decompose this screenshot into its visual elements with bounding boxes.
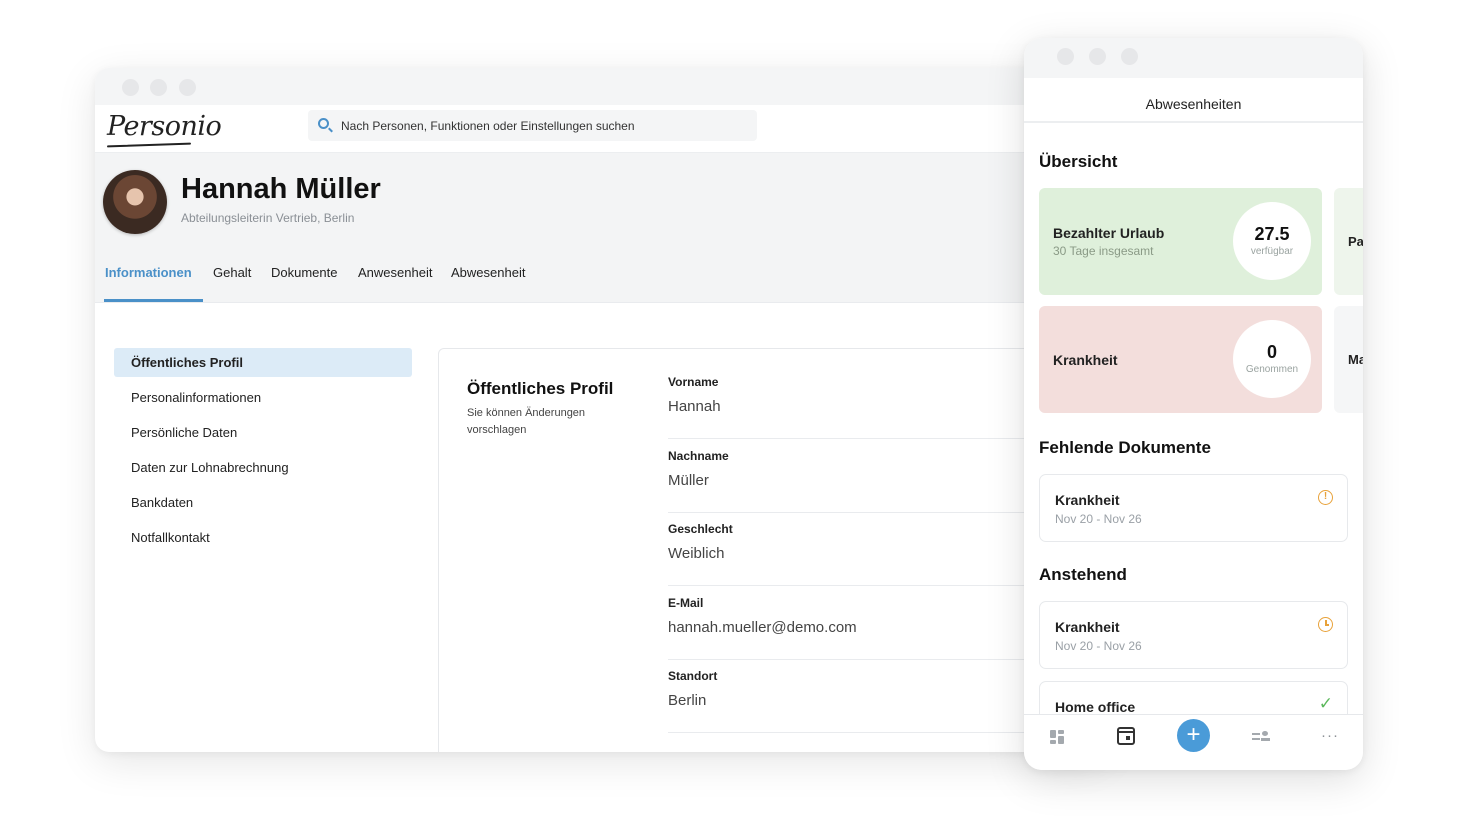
tab-informationen[interactable]: Informationen [105, 265, 192, 280]
personio-logo[interactable]: Personio [107, 111, 222, 142]
public-profile-card: Öffentliches Profil Sie können Änderunge… [438, 348, 1105, 752]
balance-value: 27.5 [1254, 224, 1290, 244]
warning-icon: ! [1318, 490, 1333, 505]
window-dot-maximize[interactable] [179, 79, 196, 96]
section-missing-documents-heading: Fehlende Dokumente [1039, 438, 1211, 457]
mobile-titlebar [1024, 38, 1363, 78]
balance-value: 0 [1266, 342, 1277, 362]
field-label: Vorname [668, 375, 719, 389]
profile-tabs: Informationen Gehalt Dokumente Anwesenhe… [95, 253, 1105, 303]
profile-header: Hannah Müller Abteilungsleiterin Vertrie… [95, 153, 1105, 253]
next-tile-peek[interactable]: Ma [1334, 306, 1363, 413]
sidenav-item-personnel-info[interactable]: Personalinformationen [114, 383, 412, 412]
check-icon: ✓ [1318, 694, 1333, 713]
field-first-name[interactable]: Vorname Hannah [668, 365, 1068, 439]
field-value: Müller [668, 472, 709, 489]
next-tile-peek[interactable]: Pa [1334, 188, 1363, 295]
search-placeholder: Nach Personen, Funktionen oder Einstellu… [341, 119, 635, 133]
item-date: Nov 20 - Nov 26 [1055, 512, 1142, 526]
field-label: Nachname [668, 449, 729, 463]
tab-anwesenheit[interactable]: Anwesenheit [358, 265, 432, 280]
field-value: Weiblich [668, 545, 725, 562]
mobile-page-title: Abwesenheiten [1024, 78, 1363, 123]
list-item[interactable]: Krankheit Nov 20 - Nov 26 ! [1039, 474, 1348, 542]
balance-circle: 0 Genommen [1233, 320, 1311, 398]
card-description: Sie können Änderungen vorschlagen [467, 407, 586, 436]
bottom-navigation: + ··· [1024, 714, 1363, 770]
section-pending-heading: Anstehend [1039, 565, 1127, 584]
item-title: Krankheit [1055, 492, 1120, 508]
more-icon[interactable]: ··· [1321, 727, 1339, 744]
window-dot-close[interactable] [122, 79, 139, 96]
item-date: Nov 20 - Nov 26 [1055, 639, 1142, 653]
field-value: Berlin [668, 692, 707, 709]
profile-subtitle: Abteilungsleiterin Vertrieb, Berlin [181, 211, 355, 225]
balance-label: Genommen [1245, 364, 1299, 375]
logo-underline [106, 142, 192, 148]
dashboard-icon[interactable] [1048, 727, 1068, 747]
sidenav-item-personal-data[interactable]: Persönliche Daten [114, 418, 412, 447]
active-tab-indicator [104, 299, 203, 302]
profile-name: Hannah Müller [181, 173, 381, 205]
window-dot-close[interactable] [1057, 48, 1074, 65]
list-item[interactable]: Krankheit Nov 20 - Nov 26 [1039, 601, 1348, 669]
avatar [103, 170, 167, 234]
clock-icon [1318, 617, 1333, 632]
field-location[interactable]: Standort Berlin [668, 659, 1068, 733]
paid-leave-tile[interactable]: Bezahlter Urlaub 30 Tage insgesamt 27.5 … [1039, 188, 1322, 295]
field-last-name[interactable]: Nachname Müller [668, 439, 1068, 513]
tab-dokumente[interactable]: Dokumente [271, 265, 337, 280]
tab-abwesenheit[interactable]: Abwesenheit [451, 265, 525, 280]
window-dot-minimize[interactable] [150, 79, 167, 96]
field-value: hannah.mueller@demo.com [668, 619, 857, 636]
item-title: Krankheit [1055, 619, 1120, 635]
search-icon [318, 118, 329, 129]
window-titlebar [95, 68, 1105, 105]
sidenav-item-payroll-data[interactable]: Daten zur Lohnabrechnung [114, 453, 412, 482]
search-input[interactable]: Nach Personen, Funktionen oder Einstellu… [308, 110, 757, 141]
balance-label: verfügbar [1250, 246, 1294, 257]
field-label: Geschlecht [668, 522, 733, 536]
profile-sidenav: Öffentliches Profil Personalinformatione… [114, 348, 412, 558]
sickness-tile[interactable]: Krankheit 0 Genommen [1039, 306, 1322, 413]
stage: Personio Nach Personen, Funktionen oder … [0, 0, 1474, 820]
item-title: Home office [1055, 699, 1136, 715]
tile-subtitle: 30 Tage insgesamt [1053, 244, 1154, 258]
window-dot-minimize[interactable] [1089, 48, 1106, 65]
sidenav-item-bank-data[interactable]: Bankdaten [114, 488, 412, 517]
tab-gehalt[interactable]: Gehalt [213, 265, 251, 280]
tile-title: Bezahlter Urlaub [1053, 225, 1165, 241]
section-overview-heading: Übersicht [1039, 152, 1118, 171]
sidenav-item-emergency-contact[interactable]: Notfallkontakt [114, 523, 412, 552]
people-list-icon[interactable] [1251, 727, 1271, 747]
clock-hand [1325, 624, 1329, 626]
top-bar: Personio Nach Personen, Funktionen oder … [95, 105, 1105, 153]
field-email[interactable]: E-Mail hannah.mueller@demo.com [668, 586, 1068, 660]
mobile-window: Abwesenheiten Übersicht Bezahlter Urlaub… [1024, 38, 1363, 770]
desktop-window: Personio Nach Personen, Funktionen oder … [95, 68, 1105, 752]
sidenav-item-public-profile[interactable]: Öffentliches Profil [114, 348, 412, 377]
window-dot-maximize[interactable] [1121, 48, 1138, 65]
calendar-icon[interactable] [1117, 727, 1135, 745]
card-title: Öffentliches Profil [467, 379, 614, 398]
field-value: Hannah [668, 398, 721, 415]
field-gender[interactable]: Geschlecht Weiblich [668, 512, 1068, 586]
tile-title: Krankheit [1053, 352, 1118, 368]
field-label: E-Mail [668, 596, 704, 610]
add-button[interactable]: + [1177, 719, 1210, 752]
field-label: Standort [668, 669, 718, 683]
balance-circle: 27.5 verfügbar [1233, 202, 1311, 280]
